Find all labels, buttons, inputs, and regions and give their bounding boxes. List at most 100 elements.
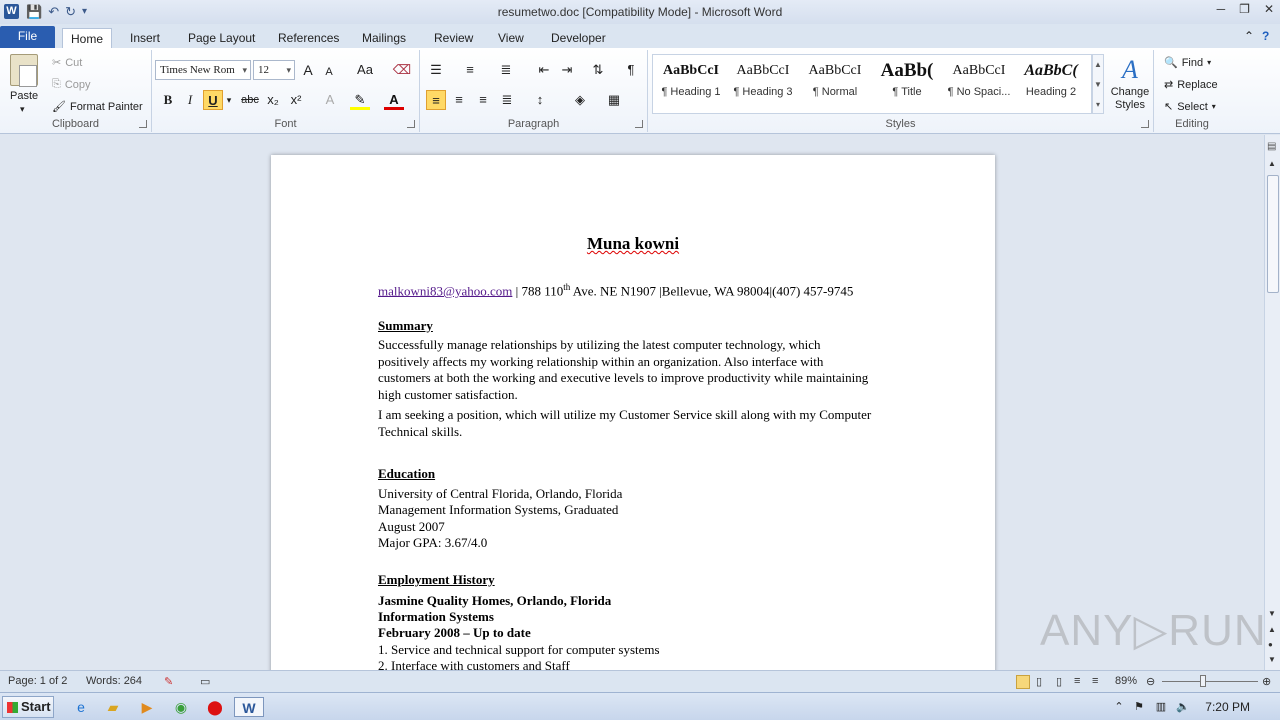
style-title[interactable]: AaBb( ¶ Title: [872, 56, 942, 112]
copy-button[interactable]: ⎘ Copy: [52, 78, 91, 91]
draft-icon[interactable]: ≡: [1092, 675, 1098, 687]
macro-icon[interactable]: ▭: [200, 675, 210, 688]
action-center-icon[interactable]: ⚑: [1128, 697, 1150, 717]
tab-review[interactable]: Review: [426, 28, 481, 48]
style-no-spacing[interactable]: AaBbCcI ¶ No Spaci...: [944, 56, 1014, 112]
styles-launcher-icon[interactable]: [1141, 120, 1149, 128]
paragraph-launcher-icon[interactable]: [635, 120, 643, 128]
proofing-icon[interactable]: ✎: [164, 675, 173, 688]
media-player-icon[interactable]: ▶: [136, 697, 158, 717]
line-spacing-icon[interactable]: ↕: [530, 90, 550, 110]
clipboard-launcher-icon[interactable]: [139, 120, 147, 128]
bold-button[interactable]: B: [158, 90, 178, 110]
ruler-toggle-icon[interactable]: ▤: [1267, 141, 1276, 152]
style-heading-3[interactable]: AaBbCcI ¶ Heading 3: [728, 56, 798, 112]
scroll-up-icon[interactable]: ▲: [1268, 159, 1276, 168]
align-right-icon[interactable]: ≡: [473, 90, 493, 110]
ie-icon[interactable]: e: [70, 697, 92, 717]
change-styles-button[interactable]: A Change Styles: [1110, 54, 1150, 112]
paste-button[interactable]: Paste: [10, 90, 38, 102]
highlight-icon[interactable]: ✎: [350, 90, 370, 110]
full-screen-reading-icon[interactable]: ▯: [1036, 675, 1042, 688]
volume-icon[interactable]: 🔈: [1172, 697, 1194, 717]
close-icon[interactable]: ✕: [1264, 2, 1274, 16]
numbering-icon[interactable]: ≡: [460, 60, 480, 80]
superscript-button[interactable]: x²: [286, 90, 306, 110]
vertical-scrollbar[interactable]: ▤ ▲ ▼ ▲ ● ▼: [1264, 135, 1280, 670]
tab-file[interactable]: File: [0, 26, 55, 48]
style-heading-2[interactable]: AaBbC( Heading 2: [1016, 56, 1086, 112]
network-icon[interactable]: ▥: [1150, 697, 1172, 717]
underline-dropdown-icon[interactable]: ▾: [223, 90, 235, 110]
prev-page-icon[interactable]: ▲: [1268, 625, 1276, 634]
replace-button[interactable]: ⇄ Replace: [1164, 78, 1218, 92]
sort-icon[interactable]: ⇅: [588, 60, 608, 80]
zoom-level[interactable]: 89%: [1115, 675, 1137, 687]
print-layout-icon[interactable]: [1016, 675, 1030, 689]
chrome-icon[interactable]: ◉: [170, 697, 192, 717]
clear-formatting-icon[interactable]: ⌫: [392, 60, 412, 80]
align-center-icon[interactable]: ≡: [449, 90, 469, 110]
word-taskbar-icon[interactable]: W: [234, 697, 264, 717]
show-formatting-button[interactable]: ¶: [621, 60, 641, 80]
borders-icon[interactable]: ▦: [604, 90, 624, 110]
tab-insert[interactable]: Insert: [122, 28, 168, 48]
shrink-font-button[interactable]: A: [319, 62, 339, 82]
document-page[interactable]: Muna kowni malkowni83@yahoo.com | 788 11…: [271, 155, 995, 670]
multilevel-list-icon[interactable]: ≣: [496, 60, 516, 80]
subscript-button[interactable]: x₂: [263, 90, 283, 110]
web-layout-icon[interactable]: ▯: [1056, 675, 1062, 688]
font-name-select[interactable]: Times New Rom: [155, 60, 251, 80]
style-normal[interactable]: AaBbCcI ¶ Normal: [800, 56, 870, 112]
scroll-down-icon[interactable]: ▼: [1268, 609, 1276, 618]
strikethrough-button[interactable]: abc: [238, 90, 262, 110]
paste-dropdown-icon[interactable]: ▾: [20, 104, 25, 115]
zoom-in-icon[interactable]: ⊕: [1262, 675, 1271, 688]
help-icon[interactable]: ?: [1254, 26, 1277, 46]
zoom-out-icon[interactable]: ⊖: [1146, 675, 1155, 688]
styles-scroll-icon[interactable]: ▲ ▼ ▾: [1092, 54, 1104, 114]
bullets-icon[interactable]: ☰: [426, 60, 446, 80]
increase-indent-icon[interactable]: ⇥: [557, 60, 577, 80]
font-launcher-icon[interactable]: [407, 120, 415, 128]
shading-icon[interactable]: ◈: [570, 90, 590, 110]
align-left-icon[interactable]: ≡: [426, 90, 446, 110]
cut-button[interactable]: ✂ Cut: [52, 56, 82, 70]
explorer-icon[interactable]: ▰: [102, 697, 124, 717]
style-heading-1[interactable]: AaBbCcI ¶ Heading 1: [656, 56, 726, 112]
minimize-icon[interactable]: ─: [1217, 2, 1226, 16]
tab-home[interactable]: Home: [62, 28, 113, 49]
next-page-icon[interactable]: ▼: [1268, 655, 1276, 664]
paste-icon[interactable]: [10, 54, 38, 87]
word-count[interactable]: Words: 264: [86, 675, 142, 687]
tab-references[interactable]: References: [270, 28, 347, 48]
restore-icon[interactable]: ❐: [1239, 2, 1250, 16]
page-count[interactable]: Page: 1 of 2: [8, 675, 67, 687]
change-case-button[interactable]: Aa: [352, 60, 378, 80]
opera-icon[interactable]: ⬤: [204, 697, 226, 717]
grow-font-button[interactable]: A: [298, 60, 318, 80]
font-size-select[interactable]: 12: [253, 60, 295, 80]
find-button[interactable]: 🔍 Find ▾: [1164, 56, 1211, 70]
format-painter-button[interactable]: 🖌 Format Painter: [52, 100, 143, 114]
font-color-button[interactable]: A: [384, 90, 404, 110]
underline-button[interactable]: U: [203, 90, 223, 110]
tray-expand-icon[interactable]: ⌃: [1108, 697, 1130, 717]
tab-mailings[interactable]: Mailings: [354, 28, 414, 48]
browse-object-icon[interactable]: ●: [1268, 640, 1273, 649]
tab-page-layout[interactable]: Page Layout: [180, 28, 263, 48]
email-link[interactable]: malkowni83@yahoo.com: [378, 283, 512, 298]
select-button[interactable]: ↖ Select ▾: [1164, 100, 1216, 114]
italic-button[interactable]: I: [180, 90, 200, 110]
text-effects-icon[interactable]: A: [320, 90, 340, 110]
clock[interactable]: 7:20 PM: [1205, 700, 1250, 714]
tab-view[interactable]: View: [490, 28, 532, 48]
start-button[interactable]: Start: [2, 696, 54, 718]
tab-developer[interactable]: Developer: [543, 28, 614, 48]
zoom-slider-thumb[interactable]: [1200, 675, 1206, 687]
zoom-slider[interactable]: [1162, 681, 1258, 682]
justify-icon[interactable]: ≣: [497, 90, 517, 110]
decrease-indent-icon[interactable]: ⇤: [534, 60, 554, 80]
scroll-thumb[interactable]: [1267, 175, 1279, 293]
outline-icon[interactable]: ≡: [1074, 675, 1080, 687]
